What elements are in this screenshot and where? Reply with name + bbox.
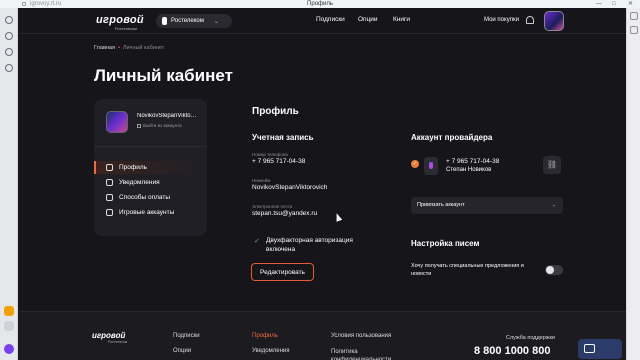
user-icon (106, 164, 113, 171)
provider-phone: + 7 965 717-04-38 (446, 158, 500, 165)
account-heading: Учетная запись (252, 133, 314, 142)
profile-heading: Профиль (252, 106, 299, 117)
provider-select-label: Ростелеком (171, 18, 204, 24)
divider (94, 146, 207, 147)
site: игровой Ростелеком Ростелеком ⌄ Подписки… (19, 8, 626, 360)
footer-link-notifications[interactable]: Уведомления (252, 348, 290, 354)
provider-select[interactable]: Ростелеком ⌄ (156, 14, 232, 28)
footer-link-terms[interactable]: Условия пользования (331, 333, 391, 339)
avatar[interactable] (544, 11, 564, 31)
site-footer: игровой Ростелеком Подписки Опции Профил… (19, 311, 626, 360)
chat-button[interactable] (578, 339, 622, 359)
twofa-status: Двухфакторная авторизация включена (266, 237, 353, 253)
offers-toggle[interactable] (545, 265, 563, 275)
check-icon: ✓ (254, 238, 260, 245)
provider-logo (424, 157, 438, 175)
support-phone[interactable]: 8 800 1000 800 (474, 345, 550, 357)
history-icon[interactable] (5, 32, 13, 40)
nav-subscriptions[interactable]: Подписки (316, 16, 345, 23)
sidebar-item-label: Игровые аккаунты (119, 209, 175, 216)
nickname-label: Никнейм (252, 178, 271, 183)
card-icon (106, 194, 113, 201)
page-title: Личный кабинет (94, 66, 233, 85)
minimize-button[interactable]: — (596, 0, 602, 8)
edit-button[interactable]: Редактировать (251, 263, 314, 281)
email-value: stepan.tsu@yandex.ru (252, 210, 318, 217)
maximize-button[interactable]: □ (612, 0, 616, 8)
provider-name: Степан Новиков (446, 167, 492, 173)
sidebar-item-label: Способы оплаты (119, 194, 171, 201)
sidebar-username: NovikovStepanViktor... (137, 113, 197, 119)
sidebar-item-profile[interactable]: Профиль (94, 161, 207, 174)
footer-link-privacy[interactable]: Политика конфиденциальности (331, 348, 401, 360)
support-label: Служба поддержки (506, 335, 555, 341)
logout-label: Выйти из аккаунта (143, 123, 182, 128)
breadcrumb-current: Личный кабинет (122, 45, 165, 51)
sidebar-item-payment[interactable]: Способы оплаты (94, 191, 207, 204)
bind-account-select[interactable]: Привязать аккаунт ⌄ (411, 197, 563, 214)
browser-right-panel (626, 8, 640, 360)
my-purchases-link[interactable]: Мои покупки (484, 17, 519, 23)
offers-label: Хочу получать специальные предложения и … (411, 263, 524, 277)
breadcrumb: Главная • Личный кабинет (94, 45, 164, 51)
browser-sidebar (0, 8, 18, 360)
mouse-cursor (333, 212, 343, 222)
site-header: игровой Ростелеком Ростелеком ⌄ Подписки… (19, 8, 626, 34)
sidebar-item-game-accounts[interactable]: Игровые аккаунты (94, 206, 207, 219)
extensions-icon[interactable] (630, 12, 638, 20)
app-icon[interactable] (4, 306, 14, 316)
add-icon[interactable] (4, 321, 14, 331)
provider-selected-check-icon[interactable]: ✓ (411, 160, 419, 168)
browser-titlebar: igrovoy.rt.ru Профиль — □ ✕ (0, 0, 640, 8)
bookmarks-icon[interactable] (5, 48, 13, 56)
provider-heading: Аккаунт провайдера (411, 133, 493, 142)
nickname-value: NovikovStepanViktorovich (252, 184, 328, 191)
user-avatar (106, 111, 128, 133)
footer-logo[interactable]: игровой (92, 331, 125, 340)
browser-tab-title: Профиль (307, 1, 333, 7)
email-label: Электронная почта (252, 204, 293, 209)
bell-icon[interactable] (526, 16, 534, 24)
unlink-icon[interactable]: ⛓ (543, 156, 561, 174)
breadcrumb-home[interactable]: Главная (94, 45, 115, 51)
logout-link[interactable]: Выйти из аккаунта (137, 123, 182, 128)
profile-icon[interactable] (630, 26, 638, 34)
footer-link-profile[interactable]: Профиль (252, 333, 278, 339)
footer-logo-subtitle: Ростелеком (108, 340, 128, 344)
sidebar-item-notifications[interactable]: Уведомления (94, 176, 207, 189)
chevron-down-icon: ⌄ (551, 202, 556, 208)
logout-icon (137, 124, 141, 128)
assistant-icon[interactable] (4, 344, 14, 354)
sidebar-item-label: Профиль (119, 164, 148, 171)
bind-account-label: Привязать аккаунт (417, 202, 465, 208)
logo[interactable]: игровой (96, 14, 144, 26)
footer-link-options[interactable]: Опции (173, 348, 191, 354)
sidebar-item-label: Уведомления (119, 179, 160, 186)
phone-value: + 7 965 717-04-38 (252, 158, 306, 165)
breadcrumb-separator: • (117, 45, 120, 51)
logo-subtitle: Ростелеком (115, 26, 137, 31)
downloads-icon[interactable] (5, 64, 13, 72)
gamepad-icon (106, 209, 113, 216)
chevron-down-icon: ⌄ (213, 18, 219, 25)
bell-icon (106, 179, 113, 186)
provider-icon (162, 17, 167, 25)
close-window-button[interactable]: ✕ (628, 0, 633, 8)
phone-label: Номер телефона (252, 152, 288, 157)
home-icon[interactable] (5, 16, 13, 24)
footer-link-subscriptions[interactable]: Подписки (173, 333, 200, 339)
letters-heading: Настройка писем (411, 239, 480, 248)
nav-options[interactable]: Опции (358, 16, 378, 23)
nav-books[interactable]: Книги (393, 16, 410, 23)
account-sidebar: NovikovStepanViktor... Выйти из аккаунта… (94, 99, 207, 236)
